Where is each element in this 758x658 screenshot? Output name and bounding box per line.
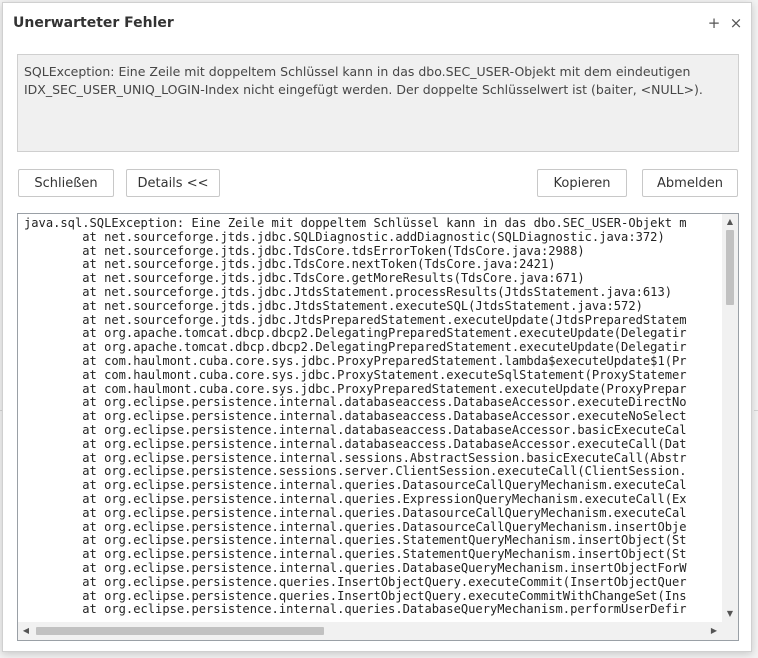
stacktrace-line: at net.sourceforge.jtds.jdbc.TdsCore.nex… — [24, 257, 556, 272]
stacktrace-line: at org.eclipse.persistence.internal.quer… — [24, 547, 687, 562]
stacktrace-text: java.sql.SQLException: Eine Zeile mit do… — [24, 217, 720, 621]
stacktrace-line: at org.eclipse.persistence.internal.data… — [24, 395, 687, 410]
stacktrace-line: at net.sourceforge.jtds.jdbc.TdsCore.get… — [24, 271, 585, 286]
scroll-up-arrow-icon[interactable]: ▲ — [722, 216, 738, 228]
stacktrace-line: at org.eclipse.persistence.queries.Inser… — [24, 588, 687, 603]
stacktrace-line: at net.sourceforge.jtds.jdbc.TdsCore.tds… — [24, 243, 585, 258]
stacktrace-line: at net.sourceforge.jtds.jdbc.JtdsPrepare… — [24, 312, 687, 327]
error-message: SQLException: Eine Zeile mit doppeltem S… — [17, 54, 739, 152]
copy-button[interactable]: Kopieren — [537, 169, 627, 197]
stacktrace-line: at net.sourceforge.jtds.jdbc.JtdsStateme… — [24, 284, 673, 299]
stacktrace-line: at org.apache.tomcat.dbcp.dbcp2.Delegati… — [24, 326, 687, 341]
logout-button[interactable]: Abmelden — [642, 169, 738, 197]
stacktrace-line: at org.eclipse.persistence.internal.data… — [24, 436, 687, 451]
stacktrace-line: at org.eclipse.persistence.internal.quer… — [24, 519, 687, 534]
stacktrace-line: at net.sourceforge.jtds.jdbc.JtdsStateme… — [24, 298, 643, 313]
stacktrace-line: at org.eclipse.persistence.internal.sess… — [24, 450, 687, 465]
scroll-left-arrow-icon[interactable]: ◀ — [20, 622, 32, 640]
horizontal-scrollbar[interactable]: ◀ ▶ — [18, 622, 722, 640]
stacktrace-line: at org.eclipse.persistence.queries.Inser… — [24, 574, 687, 589]
scroll-down-arrow-icon[interactable]: ▼ — [722, 608, 738, 620]
stacktrace-line: at com.haulmont.cuba.core.sys.jdbc.Proxy… — [24, 381, 687, 396]
dialog-title: Unerwarteter Fehler — [13, 15, 174, 31]
stacktrace-line: at com.haulmont.cuba.core.sys.jdbc.Proxy… — [24, 353, 687, 368]
stacktrace-line: at org.eclipse.persistence.internal.data… — [24, 409, 687, 424]
scrollbar-corner — [722, 622, 738, 640]
stacktrace-line: at org.eclipse.persistence.internal.data… — [24, 422, 687, 437]
stacktrace-line: at org.eclipse.persistence.internal.quer… — [24, 533, 687, 548]
vertical-scrollbar[interactable]: ▲ ▼ — [722, 214, 738, 622]
error-message-line: SQLException: Eine Zeile mit doppeltem S… — [24, 64, 691, 79]
stacktrace-line: at org.eclipse.persistence.internal.quer… — [24, 478, 687, 493]
stacktrace-line: java.sql.SQLException: Eine Zeile mit do… — [24, 217, 687, 230]
details-toggle-button[interactable]: Details << — [126, 169, 220, 197]
stacktrace-line: at org.eclipse.persistence.internal.quer… — [24, 491, 687, 506]
stacktrace-line: at net.sourceforge.jtds.jdbc.SQLDiagnost… — [24, 229, 665, 244]
error-dialog: Unerwarteter Fehler + × SQLException: Ei… — [2, 2, 752, 652]
backdrop-divider — [754, 410, 758, 411]
stacktrace-line: at com.haulmont.cuba.core.sys.jdbc.Proxy… — [24, 367, 687, 382]
horizontal-scroll-thumb[interactable] — [36, 627, 324, 635]
plus-icon[interactable]: + — [705, 14, 723, 32]
stacktrace-line: at org.eclipse.persistence.internal.quer… — [24, 505, 687, 520]
scroll-right-arrow-icon[interactable]: ▶ — [708, 622, 720, 640]
dialog-titlebar[interactable]: Unerwarteter Fehler + × — [3, 3, 751, 45]
error-message-line: IDX_SEC_USER_UNIQ_LOGIN-Index nicht eing… — [24, 82, 703, 97]
stacktrace-line: at org.eclipse.persistence.internal.quer… — [24, 602, 687, 617]
close-icon[interactable]: × — [727, 14, 745, 32]
vertical-scroll-thumb[interactable] — [726, 230, 734, 305]
close-button[interactable]: Schließen — [18, 169, 114, 197]
stacktrace-line: at org.eclipse.persistence.internal.quer… — [24, 560, 687, 575]
stacktrace-textarea[interactable]: java.sql.SQLException: Eine Zeile mit do… — [17, 213, 739, 641]
stacktrace-line: at org.apache.tomcat.dbcp.dbcp2.Delegati… — [24, 340, 687, 355]
stacktrace-line: at org.eclipse.persistence.sessions.serv… — [24, 464, 687, 479]
